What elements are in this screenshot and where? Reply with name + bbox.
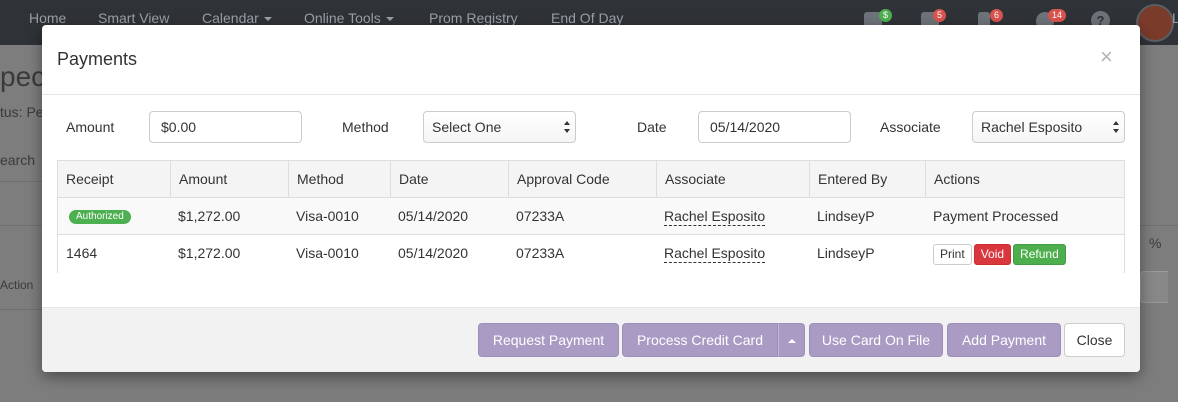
close-icon[interactable]: × <box>1100 46 1113 68</box>
action-label: Action <box>0 278 34 292</box>
payments-table: Receipt Amount Method Date Approval Code… <box>57 160 1125 273</box>
column-header: Entered By <box>809 161 925 197</box>
percent-text: % <box>1149 235 1162 251</box>
date-cell: 05/14/2020 <box>398 208 469 224</box>
process-credit-card-dropdown[interactable] <box>778 323 805 357</box>
status-badge: Authorized <box>69 210 131 225</box>
date-label: Date <box>637 119 667 135</box>
table-row: Authorized $1,272.00 Visa-0010 05/14/202… <box>58 198 1124 235</box>
actions-cell: Print Void Refund <box>925 235 1124 272</box>
table-row: 1464 $1,272.00 Visa-0010 05/14/2020 0723… <box>58 235 1124 272</box>
associate-cell: Rachel Esposito <box>656 198 809 234</box>
select-arrows-icon <box>1113 121 1119 133</box>
approval-code-cell: 07233A <box>516 208 565 224</box>
nav-calendar[interactable]: Calendar <box>202 10 272 26</box>
entered-by-cell: LindseyP <box>817 245 875 261</box>
associate-select-value: Rachel Esposito <box>981 119 1083 135</box>
method-select[interactable]: Select One <box>423 111 576 143</box>
date-input[interactable]: 05/14/2020 <box>698 111 851 143</box>
approval-code-cell: 07233A <box>516 245 565 261</box>
column-header: Date <box>390 161 508 197</box>
void-button[interactable]: Void <box>973 243 1012 265</box>
method-select-value: Select One <box>432 119 502 135</box>
associate-label: Associate <box>880 119 941 135</box>
modal-header: Payments × <box>42 25 1140 95</box>
tag-badge: 5 <box>933 9 947 22</box>
associate-link[interactable]: Rachel Esposito <box>664 208 766 226</box>
background-field <box>1140 271 1168 303</box>
nav-calendar-label: Calendar <box>202 10 259 26</box>
column-header: Associate <box>656 161 809 197</box>
refund-button[interactable]: Refund <box>1013 243 1066 265</box>
column-header: Approval Code <box>508 161 656 197</box>
nav-end-of-day[interactable]: End Of Day <box>551 10 623 26</box>
search-text: earch <box>0 152 36 168</box>
nav-smart-view[interactable]: Smart View <box>98 10 169 26</box>
associate-select[interactable]: Rachel Esposito <box>972 111 1125 143</box>
column-header: Receipt <box>66 171 114 187</box>
process-credit-card-button[interactable]: Process Credit Card <box>622 323 778 357</box>
amount-cell: $1,272.00 <box>178 245 241 261</box>
print-button[interactable]: Print <box>933 243 972 265</box>
close-button[interactable]: Close <box>1064 323 1125 357</box>
nav-online-tools-label: Online Tools <box>304 10 381 26</box>
payment-form: Amount $0.00 Method Select One Date 05/1… <box>42 111 1140 145</box>
associate-link[interactable]: Rachel Esposito <box>664 245 766 263</box>
divider <box>0 181 42 182</box>
add-payment-button[interactable]: Add Payment <box>947 323 1061 357</box>
chevron-down-icon <box>263 17 272 22</box>
amount-input[interactable]: $0.00 <box>149 111 302 143</box>
chevron-down-icon <box>385 17 394 22</box>
chevron-up-icon <box>787 339 796 344</box>
column-header: Method <box>288 161 390 197</box>
divider <box>0 309 42 310</box>
phone-badge: 6 <box>990 9 1004 22</box>
register-badge: $ <box>879 9 893 22</box>
payments-modal: Payments × Amount $0.00 Method Select On… <box>42 25 1140 372</box>
nav-home[interactable]: Home <box>29 10 66 26</box>
modal-footer: Request Payment Process Credit Card Use … <box>42 307 1140 372</box>
avatar[interactable] <box>1136 4 1174 42</box>
table-header: Receipt Amount Method Date Approval Code… <box>58 161 1124 198</box>
method-label: Method <box>342 119 389 135</box>
page-title: pec <box>0 61 46 92</box>
entered-by-cell: LindseyP <box>817 208 875 224</box>
status-text: tus: Pe <box>0 104 44 120</box>
receipt-cell: Authorized <box>58 198 170 234</box>
nav-online-tools[interactable]: Online Tools <box>304 10 394 26</box>
action-dropdown[interactable]: Action <box>0 278 33 292</box>
select-arrows-icon <box>564 121 570 133</box>
amount-label: Amount <box>66 119 115 135</box>
column-header: Actions <box>925 161 1124 197</box>
associate-cell: Rachel Esposito <box>656 235 809 272</box>
method-cell: Visa-0010 <box>296 245 359 261</box>
use-card-on-file-button[interactable]: Use Card On File <box>809 323 943 357</box>
receipt-cell: 1464 <box>66 245 98 261</box>
actions-cell: Payment Processed <box>933 208 1059 224</box>
modal-title: Payments <box>57 49 138 69</box>
amount-cell: $1,272.00 <box>178 208 241 224</box>
nav-prom-registry[interactable]: Prom Registry <box>429 10 518 26</box>
date-cell: 05/14/2020 <box>398 245 469 261</box>
column-header: Amount <box>170 161 288 197</box>
chat-badge: 14 <box>1048 9 1067 22</box>
user-initial: L <box>1172 10 1178 26</box>
request-payment-button[interactable]: Request Payment <box>478 323 619 357</box>
method-cell: Visa-0010 <box>296 208 359 224</box>
